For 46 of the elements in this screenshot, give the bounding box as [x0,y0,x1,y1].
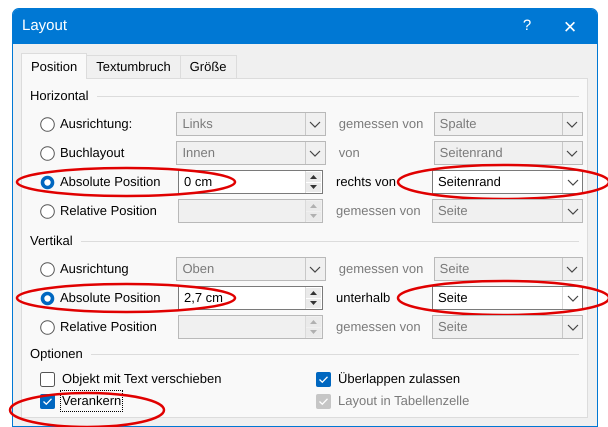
field-label: gemessen von [338,260,424,278]
down-arrow-icon [310,214,317,218]
section-heading: Horizontal [30,87,89,106]
radio-button[interactable] [40,174,55,190]
checkbox-label[interactable]: Objekt mit Text verschieben [60,368,224,390]
checkbox[interactable] [316,372,331,386]
checkbox-label[interactable]: Überlappen zulassen [336,368,462,390]
tab[interactable]: Größe [180,55,237,78]
field-label: von [338,144,361,162]
radio-button[interactable] [40,320,55,334]
window-title: Layout [22,16,68,36]
up-arrow-icon [310,290,317,295]
radio-label[interactable]: Relative Position [60,317,157,337]
down-arrow-icon [310,185,317,190]
field-label: gemessen von [336,202,422,220]
close-button[interactable]: × [547,9,593,44]
section-heading: Optionen [30,345,83,364]
checkbox[interactable] [40,372,55,386]
radio-button[interactable] [40,204,55,218]
radio-button[interactable] [40,146,55,160]
radio-button[interactable] [40,116,55,132]
radio-label[interactable]: Absolute Position [60,172,160,192]
radio-label[interactable]: Absolute Position [60,288,160,308]
dropdown[interactable]: Seite [432,286,583,310]
dropdown[interactable]: Seitenrand [432,170,583,194]
checkbox-label[interactable]: Verankern [60,390,124,412]
radio-button[interactable] [40,262,55,276]
help-button[interactable]: ? [507,9,547,44]
field-label: unterhalb [336,289,392,308]
down-arrow-icon [310,301,317,306]
spin-field[interactable]: 2,7 cm [178,286,323,310]
tab[interactable]: Position [21,53,88,79]
up-arrow-icon [310,174,317,179]
up-arrow-icon [310,204,317,208]
section-heading: Vertikal [30,232,73,250]
radio-label[interactable]: Ausrichtung: [60,114,132,134]
spin-field[interactable]: 0 cm [178,170,323,194]
radio-button[interactable] [40,290,55,306]
radio-label[interactable]: Relative Position [60,201,157,221]
radio-label[interactable]: Ausrichtung [60,259,129,279]
down-arrow-icon [310,330,317,334]
field-label: gemessen von [336,318,422,336]
up-arrow-icon [310,320,317,324]
radio-label[interactable]: Buchlayout [60,143,124,163]
field-label: gemessen von [338,115,424,134]
field-label: rechts von [336,173,397,192]
